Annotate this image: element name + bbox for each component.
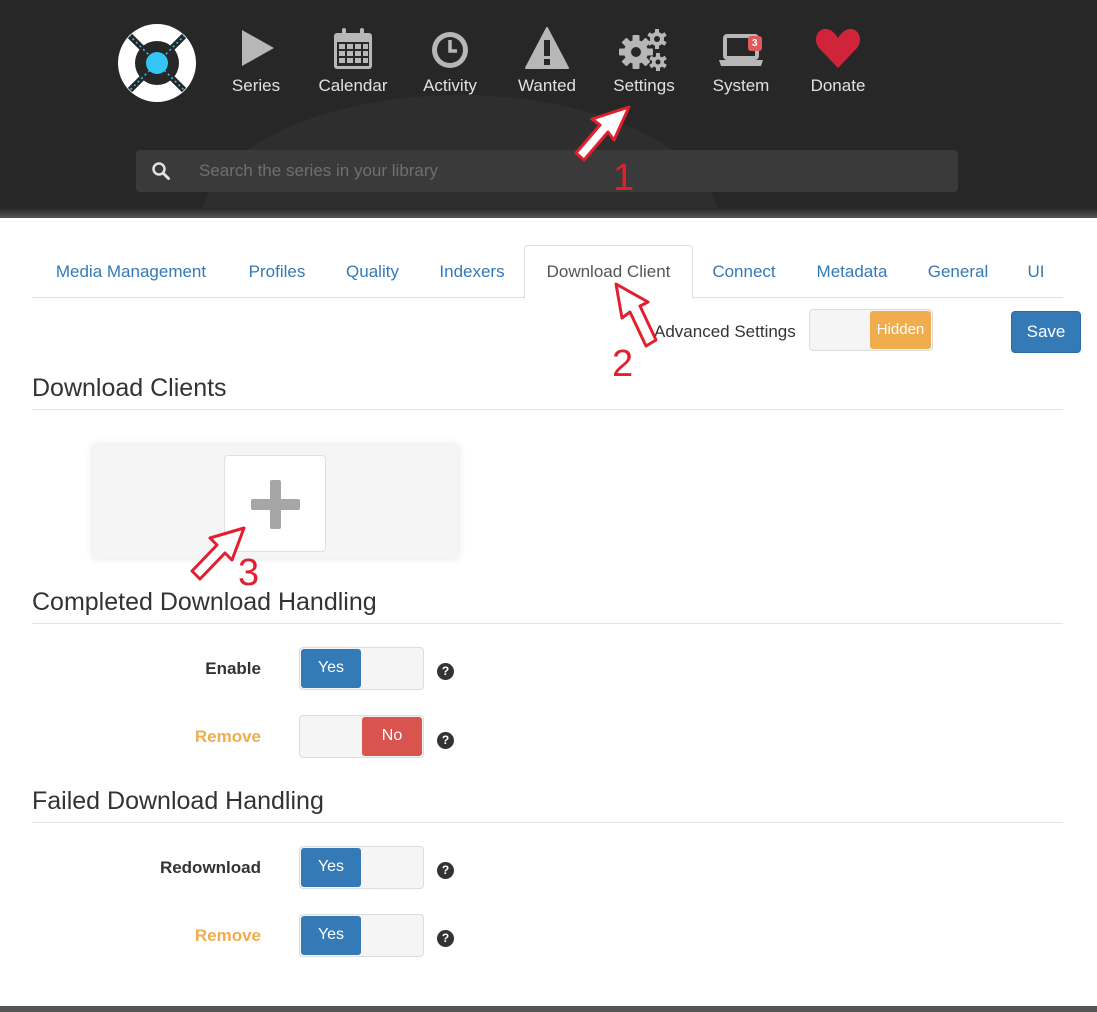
footer-bar [0,1006,1097,1012]
advanced-settings-toggle[interactable]: Hidden [809,309,933,351]
enable-completed-toggle[interactable]: Yes [299,647,424,690]
tab-general[interactable]: General [909,245,1007,298]
heart-icon [815,28,861,68]
section-failed-download-handling: Failed Download Handling [32,787,1063,823]
play-icon [242,30,274,66]
nav-system[interactable]: 3 System [696,26,786,100]
clock-icon [432,32,468,68]
help-icon[interactable]: ? [437,930,454,947]
section-completed-download-handling: Completed Download Handling [32,588,1063,624]
nav-wanted[interactable]: Wanted [502,26,592,100]
nav-calendar[interactable]: Calendar [308,26,398,100]
advanced-settings-state: Hidden [870,311,931,349]
toggle-state: Yes [301,649,361,688]
help-icon[interactable]: ? [437,862,454,879]
nav-label: Series [231,76,281,95]
section-download-clients: Download Clients [32,374,1063,410]
redownload-failed-toggle[interactable]: Yes [299,846,424,889]
save-button[interactable]: Save [1011,311,1081,353]
nav-label: Donate [810,76,866,95]
nav-settings[interactable]: Settings [599,26,689,100]
download-client-list [93,445,458,558]
system-badge: 3 [748,36,762,51]
enable-label: Enable [205,659,261,678]
annotation-number-3: 3 [238,552,260,594]
help-icon[interactable]: ? [437,732,454,749]
search-icon [152,162,170,180]
toggle-state: Yes [301,848,361,887]
sonarr-logo[interactable] [117,23,197,103]
tab-indexers[interactable]: Indexers [421,245,523,298]
warning-icon [525,27,569,69]
remove-failed-label: Remove [194,926,261,945]
annotation-number-1: 1 [613,157,635,199]
gears-icon [619,29,667,71]
calendar-icon [334,28,372,69]
help-icon[interactable]: ? [437,663,454,680]
toggle-state: Yes [301,916,361,955]
nav-label: System [712,76,770,95]
nav-label: Settings [613,76,675,95]
page: Series Calendar Activity Wanted Settings… [0,0,1097,1012]
advanced-settings-label: Advanced Settings [654,322,796,341]
annotation-number-2: 2 [612,343,634,385]
remove-completed-toggle[interactable]: No [299,715,424,758]
tab-metadata[interactable]: Metadata [795,245,909,298]
remove-completed-label: Remove [194,727,261,746]
tab-quality[interactable]: Quality [324,245,421,298]
nav-donate[interactable]: Donate [793,26,883,100]
search-bar [136,150,958,192]
tab-media-management[interactable]: Media Management [32,245,230,298]
search-input[interactable] [199,150,939,192]
toggle-state: No [362,717,422,756]
tab-connect[interactable]: Connect [693,245,795,298]
tab-ui[interactable]: UI [1007,245,1065,298]
settings-tabs: Media Management Profiles Quality Indexe… [32,245,1065,299]
header: Series Calendar Activity Wanted Settings… [0,0,1097,218]
nav-activity[interactable]: Activity [405,26,495,100]
annotation-arrow-2 [614,282,658,348]
nav-label: Calendar [318,76,388,95]
nav-label: Activity [423,76,477,95]
nav-series[interactable]: Series [211,26,301,100]
remove-failed-toggle[interactable]: Yes [299,914,424,957]
tab-profiles[interactable]: Profiles [230,245,324,298]
nav-label: Wanted [518,76,576,95]
redownload-label: Redownload [159,858,261,877]
